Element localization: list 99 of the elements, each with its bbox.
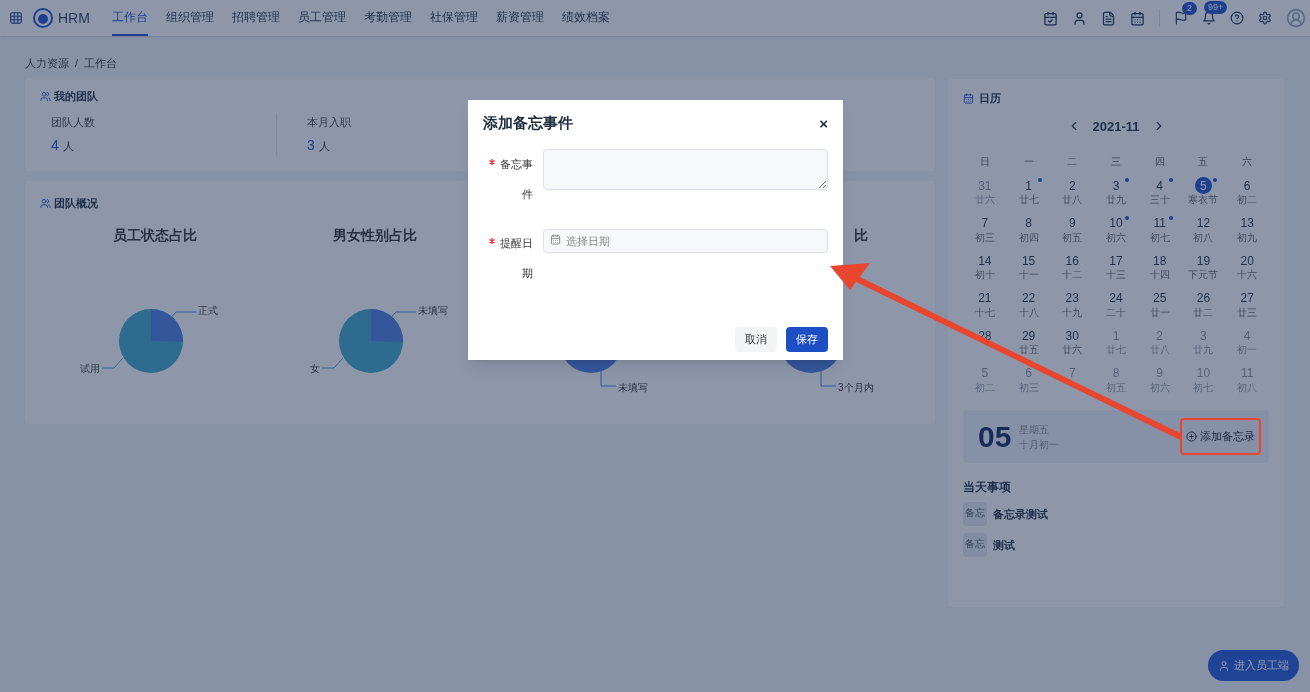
pie-label: 试用 bbox=[80, 361, 100, 376]
calendar-day[interactable]: 22 十八 bbox=[1006, 289, 1051, 327]
calendar-day[interactable]: 29 廿五 bbox=[1006, 327, 1051, 365]
calendar-day[interactable]: 4 三十 bbox=[1137, 177, 1182, 215]
calendar-day[interactable]: 13 初九 bbox=[1225, 214, 1269, 252]
leader-line bbox=[102, 356, 124, 369]
pie-chart-drawing bbox=[338, 307, 404, 374]
calendar-day[interactable]: 20 十六 bbox=[1225, 252, 1269, 290]
plus-circle-icon bbox=[1186, 431, 1197, 442]
date-picker-field[interactable]: 选择日期 bbox=[543, 228, 828, 253]
weekday-label: 日 bbox=[978, 155, 991, 169]
calendar-day[interactable]: 7 初三 bbox=[963, 214, 1007, 252]
card-title: 我的团队 bbox=[54, 89, 98, 104]
weekday-label: 五 bbox=[1197, 155, 1210, 169]
person-icon bbox=[1218, 659, 1230, 672]
nav-tab[interactable]: 员工管理 bbox=[297, 0, 346, 36]
pie-label: 3个月内 bbox=[838, 380, 874, 395]
breadcrumb-current: 工作台 bbox=[84, 55, 118, 71]
calendar-day[interactable]: 1 廿七 bbox=[1006, 177, 1051, 215]
calendar-day[interactable]: 2 廿八 bbox=[1050, 177, 1095, 215]
app-grid-icon[interactable] bbox=[9, 11, 23, 25]
chart-title: 男女性别占比 bbox=[333, 226, 417, 243]
notification-badge: 99+ bbox=[1204, 1, 1228, 14]
pie-label: 正式 bbox=[198, 303, 218, 318]
calendar-icon[interactable] bbox=[1130, 10, 1145, 26]
leader-line bbox=[820, 370, 836, 387]
nav-tab[interactable]: 工作台 bbox=[111, 0, 148, 36]
event-text[interactable]: 备忘录测试 bbox=[993, 505, 1048, 523]
calendar-day[interactable]: 19 下元节 bbox=[1181, 252, 1226, 290]
month-label: 2021-11 bbox=[1092, 117, 1140, 136]
breadcrumb-separator: / bbox=[75, 55, 79, 71]
nav-tab[interactable]: 薪资管理 bbox=[495, 0, 544, 36]
stat-label: 团队人数 bbox=[51, 114, 95, 130]
calendar-day[interactable]: 23 十九 bbox=[1050, 289, 1095, 327]
chart-title: 员工状态占比 bbox=[113, 226, 197, 243]
calendar-day[interactable]: 11 初七 bbox=[1137, 214, 1182, 252]
breadcrumb-link[interactable]: 人力资源 bbox=[25, 54, 69, 72]
pie-label: 未填写 bbox=[418, 303, 448, 318]
team-icon bbox=[40, 197, 51, 209]
stat-value: 3 bbox=[307, 136, 315, 155]
flag-icon[interactable] bbox=[1174, 11, 1188, 25]
add-memo-button[interactable]: 添加备忘录 bbox=[1180, 418, 1261, 455]
calendar-day[interactable]: 27 廿三 bbox=[1225, 289, 1269, 327]
chart-title: 比 bbox=[854, 226, 868, 243]
field-label: 备忘事件 bbox=[499, 156, 533, 202]
close-button[interactable]: × bbox=[819, 115, 828, 131]
nav-tab[interactable]: 招聘管理 bbox=[231, 0, 280, 36]
save-button[interactable]: 保存 bbox=[786, 327, 828, 352]
stat-value: 4 bbox=[51, 136, 59, 155]
calendar-day[interactable]: 14 初十 bbox=[963, 252, 1007, 290]
field-label: 提醒日期 bbox=[499, 235, 533, 281]
calendar-day[interactable]: 30 廿六 bbox=[1050, 327, 1095, 365]
help-icon[interactable] bbox=[1230, 11, 1244, 25]
person-icon[interactable] bbox=[1072, 10, 1087, 26]
leader-line bbox=[322, 356, 344, 369]
section-title: 当天事项 bbox=[963, 479, 1012, 496]
calendar-day[interactable]: 17 十三 bbox=[1094, 252, 1138, 290]
modal-title: 添加备忘事件 bbox=[483, 113, 573, 133]
stat-unit: 人 bbox=[62, 139, 74, 154]
pie-label: 女 bbox=[310, 361, 320, 376]
notification-badge: 2 bbox=[1182, 2, 1197, 15]
memo-tag: 备忘 bbox=[963, 533, 987, 557]
weekday-label: 六 bbox=[1241, 155, 1254, 169]
calendar-day[interactable]: 18 十四 bbox=[1137, 252, 1182, 290]
card-title: 日历 bbox=[979, 91, 1001, 106]
stat-unit: 人 bbox=[318, 139, 330, 154]
nav-tab[interactable]: 绩效档案 bbox=[561, 0, 610, 36]
calendar-check-icon[interactable] bbox=[1043, 10, 1058, 26]
today-date: 05 bbox=[978, 419, 1012, 455]
weekday-label: 三 bbox=[1110, 155, 1122, 169]
memo-text-field[interactable] bbox=[543, 148, 828, 190]
bell-icon[interactable] bbox=[1202, 11, 1216, 25]
employee-portal-button[interactable]: 进入员工端 bbox=[1208, 650, 1299, 681]
settings-icon[interactable] bbox=[1258, 11, 1272, 25]
calendar-day[interactable]: 10 初六 bbox=[1094, 214, 1138, 252]
calendar-icon bbox=[550, 233, 561, 245]
cancel-button[interactable]: 取消 bbox=[735, 327, 777, 352]
calendar-day[interactable]: 5 寒衣节 bbox=[1181, 177, 1226, 215]
calendar-day[interactable]: 8 初四 bbox=[1006, 214, 1051, 252]
weekday-label: 四 bbox=[1153, 155, 1166, 169]
memo-tag: 备忘 bbox=[963, 502, 987, 526]
nav-tab[interactable]: 组织管理 bbox=[165, 0, 214, 36]
event-text[interactable]: 测试 bbox=[993, 536, 1015, 554]
leader-line bbox=[600, 370, 616, 387]
pie-chart-drawing bbox=[118, 307, 184, 374]
nav-tab[interactable]: 考勤管理 bbox=[363, 0, 412, 36]
calendar-day[interactable]: 21 十七 bbox=[963, 289, 1007, 327]
nav-tab[interactable]: 社保管理 bbox=[429, 0, 478, 36]
logo-icon bbox=[33, 8, 53, 28]
calendar-day[interactable]: 3 廿九 bbox=[1094, 177, 1138, 215]
brand-name: HRM bbox=[58, 8, 90, 28]
pie-label: 未填写 bbox=[618, 380, 648, 395]
calendar-day[interactable]: 12 初八 bbox=[1181, 214, 1226, 252]
calendar-day[interactable]: 9 初五 bbox=[1050, 214, 1095, 252]
document-icon[interactable] bbox=[1101, 10, 1116, 26]
stat-label: 本月入职 bbox=[307, 114, 351, 130]
team-icon bbox=[40, 90, 51, 102]
calendar-icon bbox=[963, 92, 974, 104]
card-title: 团队概况 bbox=[54, 196, 98, 211]
